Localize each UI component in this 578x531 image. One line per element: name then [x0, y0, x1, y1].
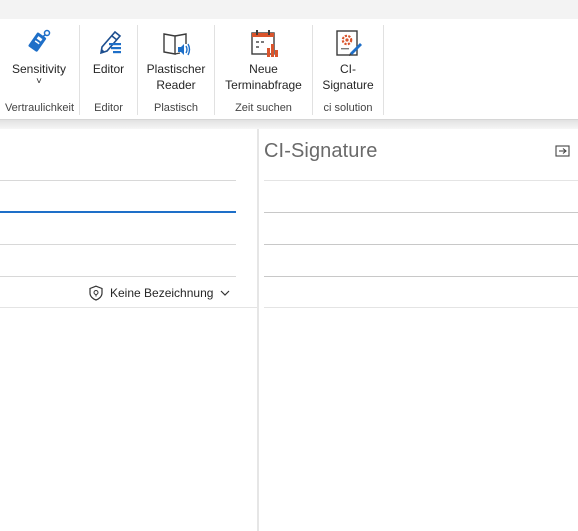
side-pane-row-line [264, 244, 578, 245]
ci-signature-button[interactable]: CI- Signature [317, 19, 379, 97]
ribbon: Sensitivity ˅ Vertraulichkeit Editor Edi… [0, 19, 578, 119]
group-label-vertraulichkeit: Vertraulichkeit [4, 102, 75, 114]
immersive-reader-button[interactable]: Plastischer Reader [142, 19, 210, 97]
ci-signature-icon [336, 30, 362, 56]
group-label-ci-solution: ci solution [323, 102, 373, 114]
ci-signature-pane [259, 129, 578, 531]
calendar-poll-icon [250, 30, 278, 57]
ci-signature-label-2: Signature [322, 78, 374, 92]
group-separator [383, 25, 384, 115]
sensitivity-selector-label: Keine Bezeichnung [110, 286, 214, 300]
title-strip [0, 0, 578, 19]
new-poll-label-1: Neue [249, 62, 278, 76]
to-field-underline[interactable] [0, 211, 236, 213]
side-pane-row-line [264, 307, 578, 308]
header-field-divider [0, 180, 236, 181]
editor-button[interactable]: Editor [84, 19, 133, 97]
sensitivity-button[interactable]: Sensitivity ˅ [4, 19, 74, 97]
side-pane-row-line [264, 276, 578, 277]
ribbon-shadow [0, 119, 578, 129]
immersive-reader-label-1: Plastischer [146, 62, 206, 76]
group-vertraulichkeit: Sensitivity ˅ Vertraulichkeit [0, 19, 79, 119]
new-poll-button[interactable]: Neue Terminabfrage [219, 19, 308, 97]
group-plastisch: Plastischer Reader Plastisch [138, 19, 214, 119]
new-poll-label-2: Terminabfrage [225, 78, 302, 92]
chevron-down-icon: ˅ [36, 76, 42, 87]
body-divider [0, 307, 257, 308]
side-pane-row-line [264, 212, 578, 213]
side-pane-divider [264, 180, 578, 181]
group-label-plastisch: Plastisch [153, 102, 199, 114]
subject-field-underline[interactable] [0, 276, 236, 277]
group-ci-solution: CI- Signature ci solution [313, 19, 383, 119]
sensitivity-selector[interactable]: Keine Bezeichnung [88, 283, 231, 303]
pane-options-icon[interactable] [554, 143, 572, 159]
chevron-down-icon [220, 290, 230, 296]
side-pane-title: CI-Signature [264, 140, 378, 162]
group-label-editor: Editor [94, 102, 123, 114]
sensitivity-icon [28, 29, 51, 52]
compose-pane [0, 129, 257, 531]
group-label-zeit-suchen: Zeit suchen [235, 102, 292, 114]
shield-icon [89, 285, 103, 301]
editor-label: Editor [92, 62, 125, 76]
immersive-reader-label-2: Reader [156, 78, 196, 92]
sensitivity-label: Sensitivity [11, 62, 67, 76]
immersive-reader-icon [163, 33, 191, 56]
cc-field-underline[interactable] [0, 244, 236, 245]
ci-signature-label-1: CI- [340, 62, 356, 76]
group-zeit-suchen: Neue Terminabfrage Zeit suchen [215, 19, 312, 119]
group-editor: Editor Editor [80, 19, 137, 119]
editor-pen-icon [99, 30, 121, 55]
